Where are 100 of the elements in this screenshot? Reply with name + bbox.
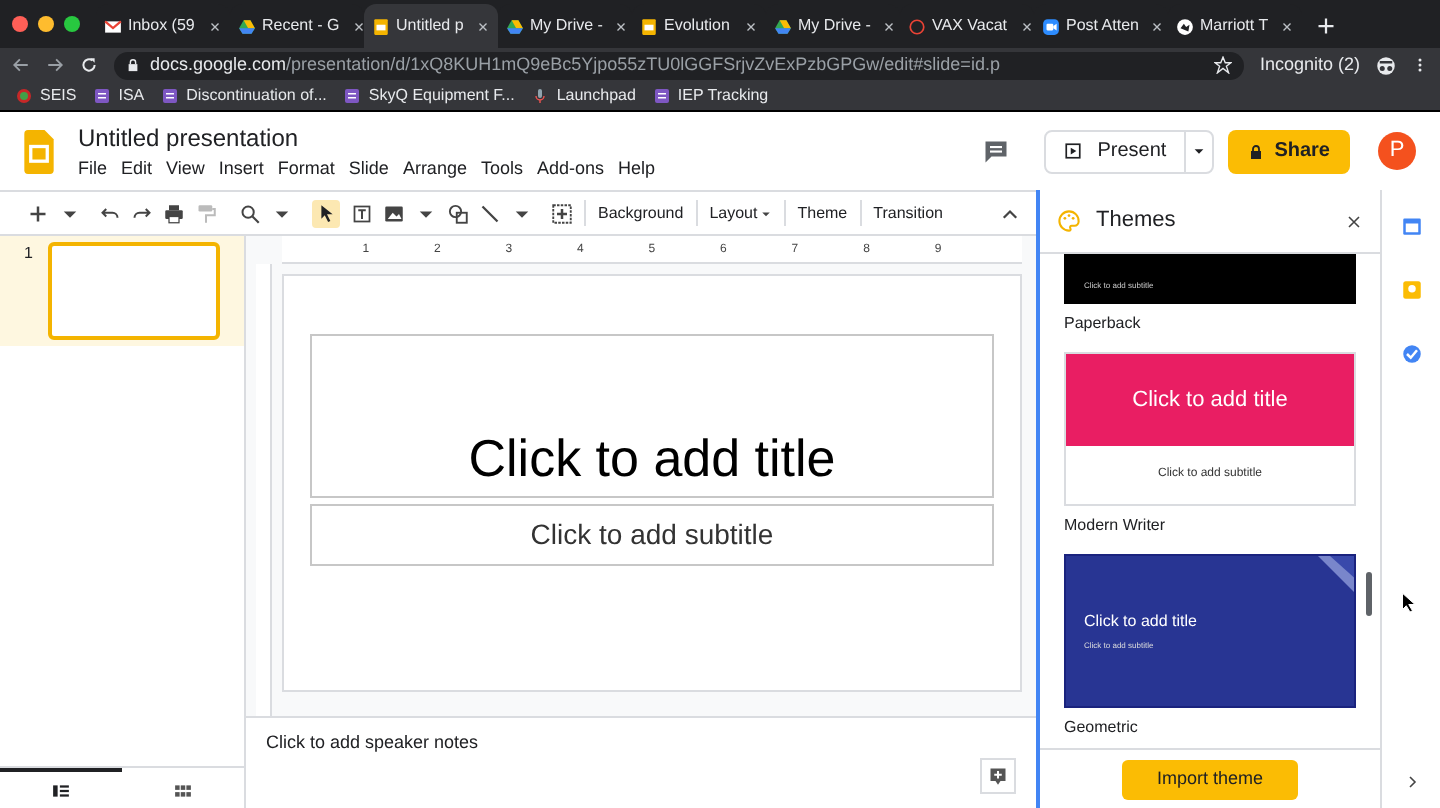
undo-icon[interactable]	[100, 203, 120, 223]
lock-icon	[126, 58, 140, 72]
tab-title: Evolution	[664, 14, 730, 38]
close-icon[interactable]	[744, 19, 758, 33]
toolbar-button[interactable]: Theme	[797, 201, 848, 225]
back-icon[interactable]	[12, 56, 30, 74]
forward-icon[interactable]	[46, 56, 64, 74]
bookmark[interactable]: ISA	[94, 84, 145, 108]
caret-icon	[1192, 144, 1207, 158]
close-icon[interactable]	[208, 19, 222, 33]
zoom-icon[interactable]	[240, 203, 260, 223]
grid-view-icon	[174, 781, 192, 799]
close-icon[interactable]	[1150, 19, 1165, 33]
slides-icon	[372, 17, 390, 35]
slides-icon	[640, 17, 658, 35]
add-icon[interactable]	[28, 203, 48, 223]
bookmark[interactable]: SkyQ Equipment F...	[344, 84, 515, 108]
seal-icon	[16, 88, 32, 104]
menu-item[interactable]: Tools	[480, 155, 523, 179]
menu-item[interactable]: File	[78, 155, 108, 179]
palette-icon	[1058, 210, 1080, 232]
toolbar-button[interactable]: Transition	[873, 201, 943, 225]
menu-item[interactable]: Help	[618, 155, 656, 179]
slide-number: 1	[24, 242, 33, 266]
incognito-icon[interactable]	[1376, 55, 1396, 75]
mouse-pointer-icon	[1400, 590, 1420, 614]
slide-thumbnail[interactable]	[48, 242, 220, 340]
menu-item[interactable]: Edit	[121, 155, 153, 179]
toolbar-button[interactable]: Background	[598, 201, 684, 225]
url-text: docs.google.com/presentation/d/1xQ8KUH1mQ9eBc5Yjpo55zTU0lGGFSrjvZvExPzbGPGw/edit#slide=id.p	[150, 51, 1002, 78]
close-icon[interactable]	[614, 19, 629, 33]
toolbar-button[interactable]: Layout	[709, 201, 772, 225]
add-comment-icon[interactable]	[552, 203, 572, 223]
title-placeholder[interactable]: Click to add title	[310, 334, 994, 498]
subtitle-placeholder[interactable]: Click to add subtitle	[310, 504, 994, 566]
theme-name: Geometric	[1064, 716, 1140, 740]
pointer-icon	[317, 204, 335, 222]
tab-title: Inbox (59	[128, 14, 195, 38]
add-note-button[interactable]	[980, 757, 1016, 793]
redo-icon[interactable]	[132, 203, 152, 223]
theme-name: Paperback	[1064, 312, 1143, 336]
line-icon[interactable]	[480, 203, 500, 223]
menu-item[interactable]: Slide	[348, 155, 389, 179]
tab-title: Marriott T	[1200, 14, 1269, 38]
close-icon[interactable]	[1346, 213, 1362, 229]
menu-item[interactable]: View	[166, 155, 205, 179]
image-icon[interactable]	[384, 203, 404, 223]
close-icon[interactable]	[476, 19, 490, 33]
panel-title: Themes	[1096, 206, 1178, 237]
lock-icon	[1248, 143, 1265, 159]
menu-item[interactable]: Format	[277, 155, 335, 179]
video-icon	[1042, 17, 1060, 35]
menu-item[interactable]: Add-ons	[536, 155, 605, 179]
shape-icon[interactable]	[448, 203, 468, 223]
close-icon[interactable]	[1019, 19, 1033, 33]
share-button[interactable]: Share	[1228, 129, 1350, 173]
profile-label: Incognito (2)	[1259, 51, 1360, 78]
expand-icon[interactable]	[1403, 774, 1419, 790]
close-icon[interactable]	[1280, 19, 1295, 33]
list-view-icon	[52, 781, 70, 799]
bookmark[interactable]: Launchpad	[532, 84, 636, 108]
globe-icon	[1176, 17, 1194, 35]
corner-shape	[1318, 556, 1354, 592]
bookmark[interactable]: Discontinuation of...	[162, 84, 327, 108]
form-icon	[162, 88, 179, 104]
tab-title: Post Atten	[1066, 14, 1139, 38]
menu-item[interactable]: Arrange	[402, 155, 467, 179]
ring-icon	[908, 17, 926, 35]
close-icon[interactable]	[882, 19, 897, 33]
tab-title: Recent - G	[262, 14, 340, 38]
print-icon[interactable]	[164, 203, 184, 223]
bookmark-star-icon[interactable]	[1213, 56, 1232, 74]
select-tool-button[interactable]	[312, 199, 340, 227]
document-title[interactable]: Untitled presentation	[78, 123, 656, 153]
menu-item[interactable]: Insert	[218, 155, 264, 179]
tasks-icon[interactable]	[1401, 344, 1421, 364]
drive-icon	[774, 17, 792, 35]
calendar-icon[interactable]	[1401, 216, 1421, 236]
tab-title: VAX Vacat	[932, 14, 1007, 38]
scrollbar[interactable]	[1366, 572, 1372, 616]
bookmark[interactable]: SEIS	[16, 84, 77, 108]
bookmark[interactable]: IEP Tracking	[653, 84, 769, 108]
theme-name: Modern Writer	[1064, 514, 1168, 538]
close-icon[interactable]	[351, 19, 366, 33]
tab-title: My Drive -	[798, 14, 871, 38]
play-icon	[1063, 142, 1082, 160]
address-field[interactable]: docs.google.com/presentation/d/1xQ8KUH1mQ9eBc5Yjpo55zTU0lGGFSrjvZvExPzbGPGw/edit#slide=id.p	[114, 51, 1244, 79]
import-theme-button[interactable]: Import theme	[1122, 759, 1298, 799]
title-text: Click to add title	[1132, 385, 1288, 416]
add-comment-icon	[988, 765, 1008, 785]
tab-title: My Drive -	[530, 14, 603, 38]
tab-title: Untitled p	[396, 14, 464, 38]
comments-icon[interactable]	[983, 139, 1008, 163]
text-box-icon[interactable]	[352, 203, 372, 223]
microphone-icon	[532, 88, 549, 104]
new-tab-icon[interactable]	[1316, 16, 1336, 36]
title-text: Click to add title	[1084, 610, 1199, 634]
reload-icon[interactable]	[80, 56, 98, 74]
drive-icon	[238, 17, 256, 35]
browser-tab[interactable]: Untitled p	[364, 4, 498, 48]
